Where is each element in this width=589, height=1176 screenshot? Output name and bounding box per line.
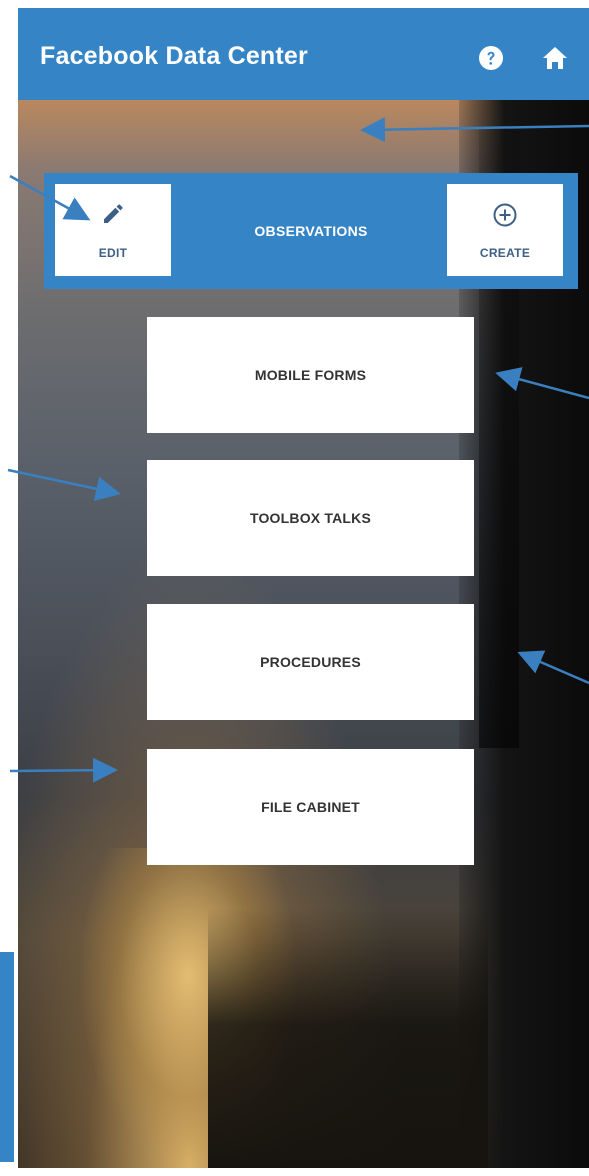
annotation-arrow	[7, 468, 121, 502]
annotation-arrow	[360, 117, 589, 143]
annotation-arrow	[9, 174, 91, 221]
annotation-arrow	[495, 367, 589, 400]
annotation-arrows	[7, 117, 589, 783]
annotation-arrow	[9, 757, 118, 783]
annotation-arrow	[517, 650, 589, 685]
